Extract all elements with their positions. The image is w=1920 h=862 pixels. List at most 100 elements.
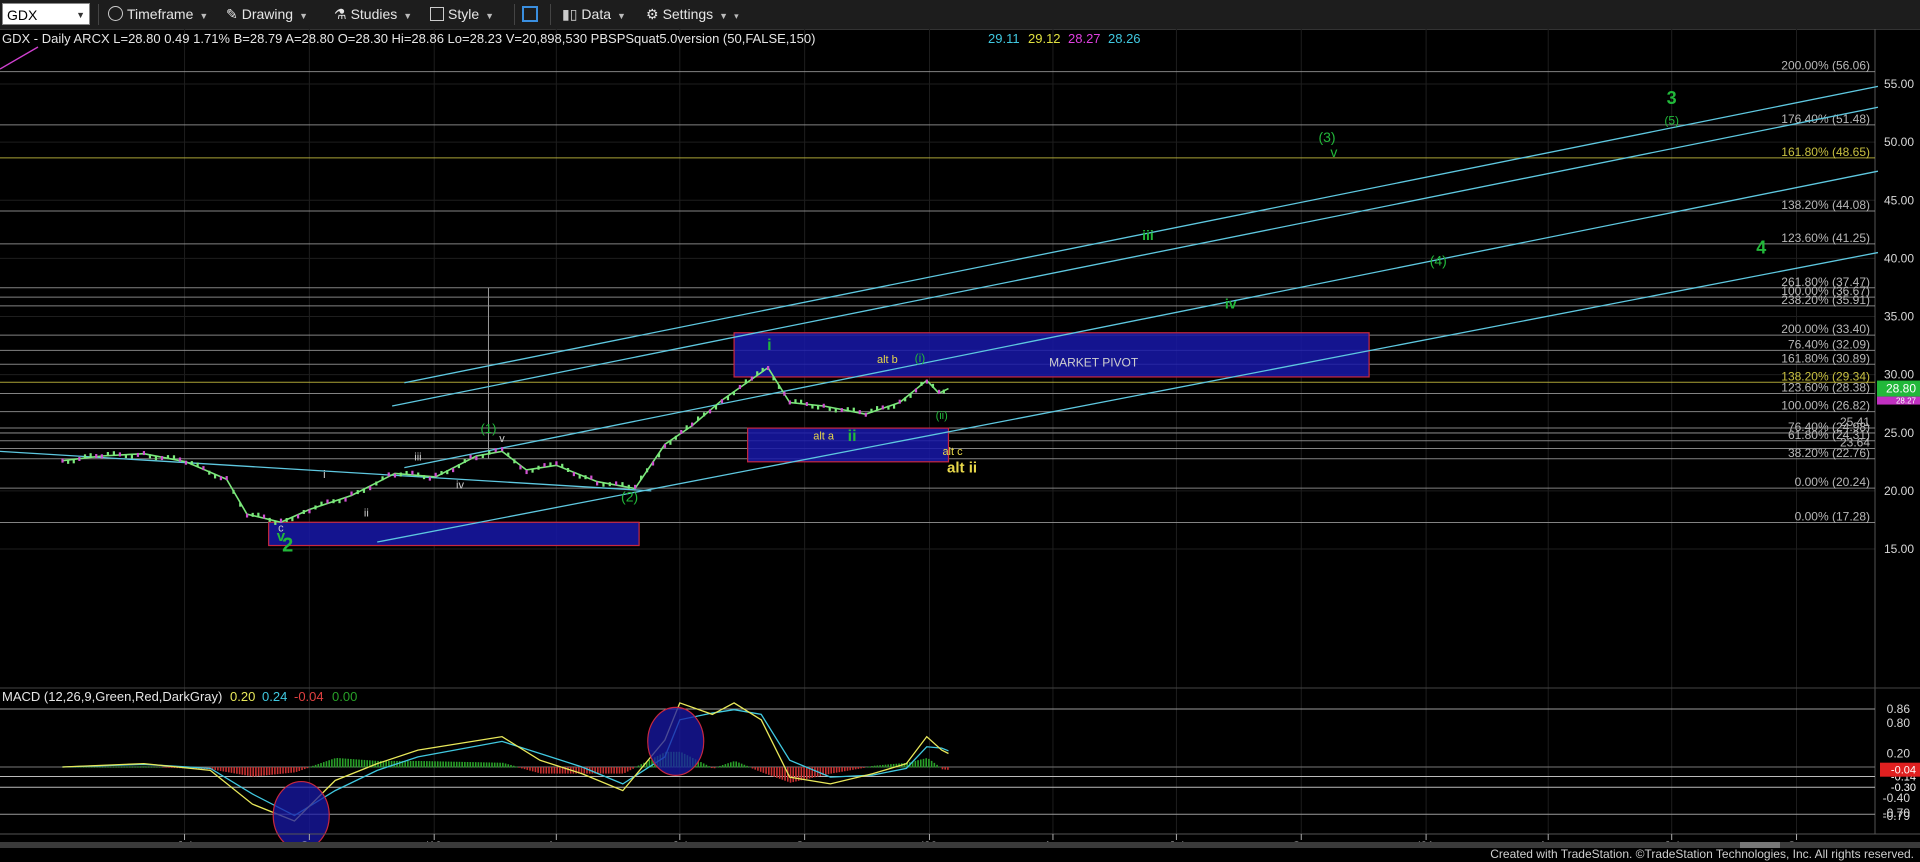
macd-histogram-bar [230,767,233,773]
macd-histogram-bar [540,767,542,774]
macd-histogram-bar [464,761,466,768]
price-candle [154,456,158,461]
caret-down-icon: ▼ [403,11,413,21]
macd-histogram-bar [474,762,477,768]
price-candle [494,448,497,453]
macd-histogram-bar [702,763,705,768]
price-candle [251,512,254,517]
price-candle [537,465,540,470]
price-chart[interactable]: 200.00% (56.06)176.40% (51.48)161.80% (4… [0,29,1920,845]
macd-histogram-bar [515,766,518,768]
macd-histogram-bar [222,767,225,772]
price-candle [440,471,443,476]
macd-histogram-bar [331,759,333,768]
price-candle [320,501,323,506]
macd-histogram-bar [556,767,558,774]
price-candle [788,400,791,405]
macd-histogram-bar [423,761,425,768]
macd-histogram-bar [336,757,339,768]
macd-histogram-bar [290,767,292,773]
macd-histogram-bar [610,767,613,774]
style-icon [430,7,444,21]
price-candle [525,470,528,475]
price-candle [178,457,182,462]
price-candle [285,518,288,523]
price-candle [761,367,764,372]
macd-histogram-bar [227,767,230,773]
macd-histogram-bar [580,767,583,774]
price-candle [457,464,461,469]
drawing-label: Drawing [241,6,294,22]
wave-label: i [767,337,771,354]
macd-histogram-bar [835,767,838,773]
price-candle [446,470,449,475]
macd-histogram-bar [800,767,803,781]
macd-histogram-bar [398,760,401,768]
price-candle [651,461,655,466]
header-value: 29.11 [988,31,1020,46]
price-candle [531,468,534,473]
price-candle [411,470,414,475]
style-label: Style [448,6,480,22]
fib-label: 138.20% (44.08) [1781,198,1870,212]
style-menu[interactable]: Style ▼ [430,4,494,25]
macd-histogram-bar [420,760,423,768]
price-candle [572,472,575,477]
macd-tick: 0.20 [1887,747,1911,761]
macd-histogram-bar [352,759,355,768]
price-candle [89,453,92,458]
macd-histogram-bar [559,767,561,774]
settings-menu[interactable]: ⚙ Settings ▼ ▾ [646,4,739,25]
price-candle [513,459,516,464]
drawing-menu[interactable]: ✎ Drawing ▼ [226,4,308,25]
price-candle [914,388,918,393]
price-candle [909,393,912,398]
macd-histogram-bar [287,767,290,774]
macd-histogram-bar [773,767,776,777]
data-menu[interactable]: ▮▯ Data ▼ [562,4,626,25]
macd-histogram-bar [871,766,873,768]
layout-icon [522,6,538,22]
macd-histogram-bar [876,765,879,768]
price-candle [783,391,786,396]
price-candle [596,481,599,486]
macd-histogram-bar [113,766,116,768]
price-candle [452,468,455,473]
macd-histogram-bar [488,762,491,768]
macd-histogram-bar [792,767,795,783]
price-candle [245,513,249,518]
price-candle [302,510,305,515]
wave-label: (3) [1318,129,1335,145]
layout-button[interactable] [522,4,542,25]
macd-histogram-bar [325,761,328,768]
wave-label: iv [456,480,464,492]
macd-histogram-bar [360,759,363,768]
macd-histogram-bar [862,767,865,768]
wave-label: ii [848,428,857,445]
timeframe-menu[interactable]: Timeframe ▼ [108,4,208,25]
price-candle [657,453,661,458]
symbol-selector[interactable]: GDX ▼ [2,3,90,25]
wave-label: 2 [282,534,293,556]
price-candle [767,366,770,371]
wave-label: alt b [877,354,898,366]
price-candle [777,384,781,389]
studies-menu[interactable]: ⚗ Studies ▼ [334,4,412,25]
more-caret-icon: ▾ [734,11,739,21]
macd-histogram-bar [529,767,531,771]
macd-histogram-bar [363,759,366,768]
price-candle [708,409,712,414]
wave-label: (1) [481,421,497,436]
macd-histogram-bar [138,766,141,768]
macd-histogram-bar [350,758,352,768]
macd-histogram-bar [162,767,165,768]
macd-histogram-bar [591,767,594,774]
macd-histogram-bar [407,760,409,768]
sub-price-label: 28.27 [1896,397,1917,406]
macd-histogram-bar [493,762,496,768]
fib-label: 0.00% (20.24) [1795,475,1870,489]
price-candle [274,520,277,525]
macd-histogram-bar [149,766,151,768]
price-tick: 35.00 [1884,310,1914,324]
price-candle [83,454,87,459]
